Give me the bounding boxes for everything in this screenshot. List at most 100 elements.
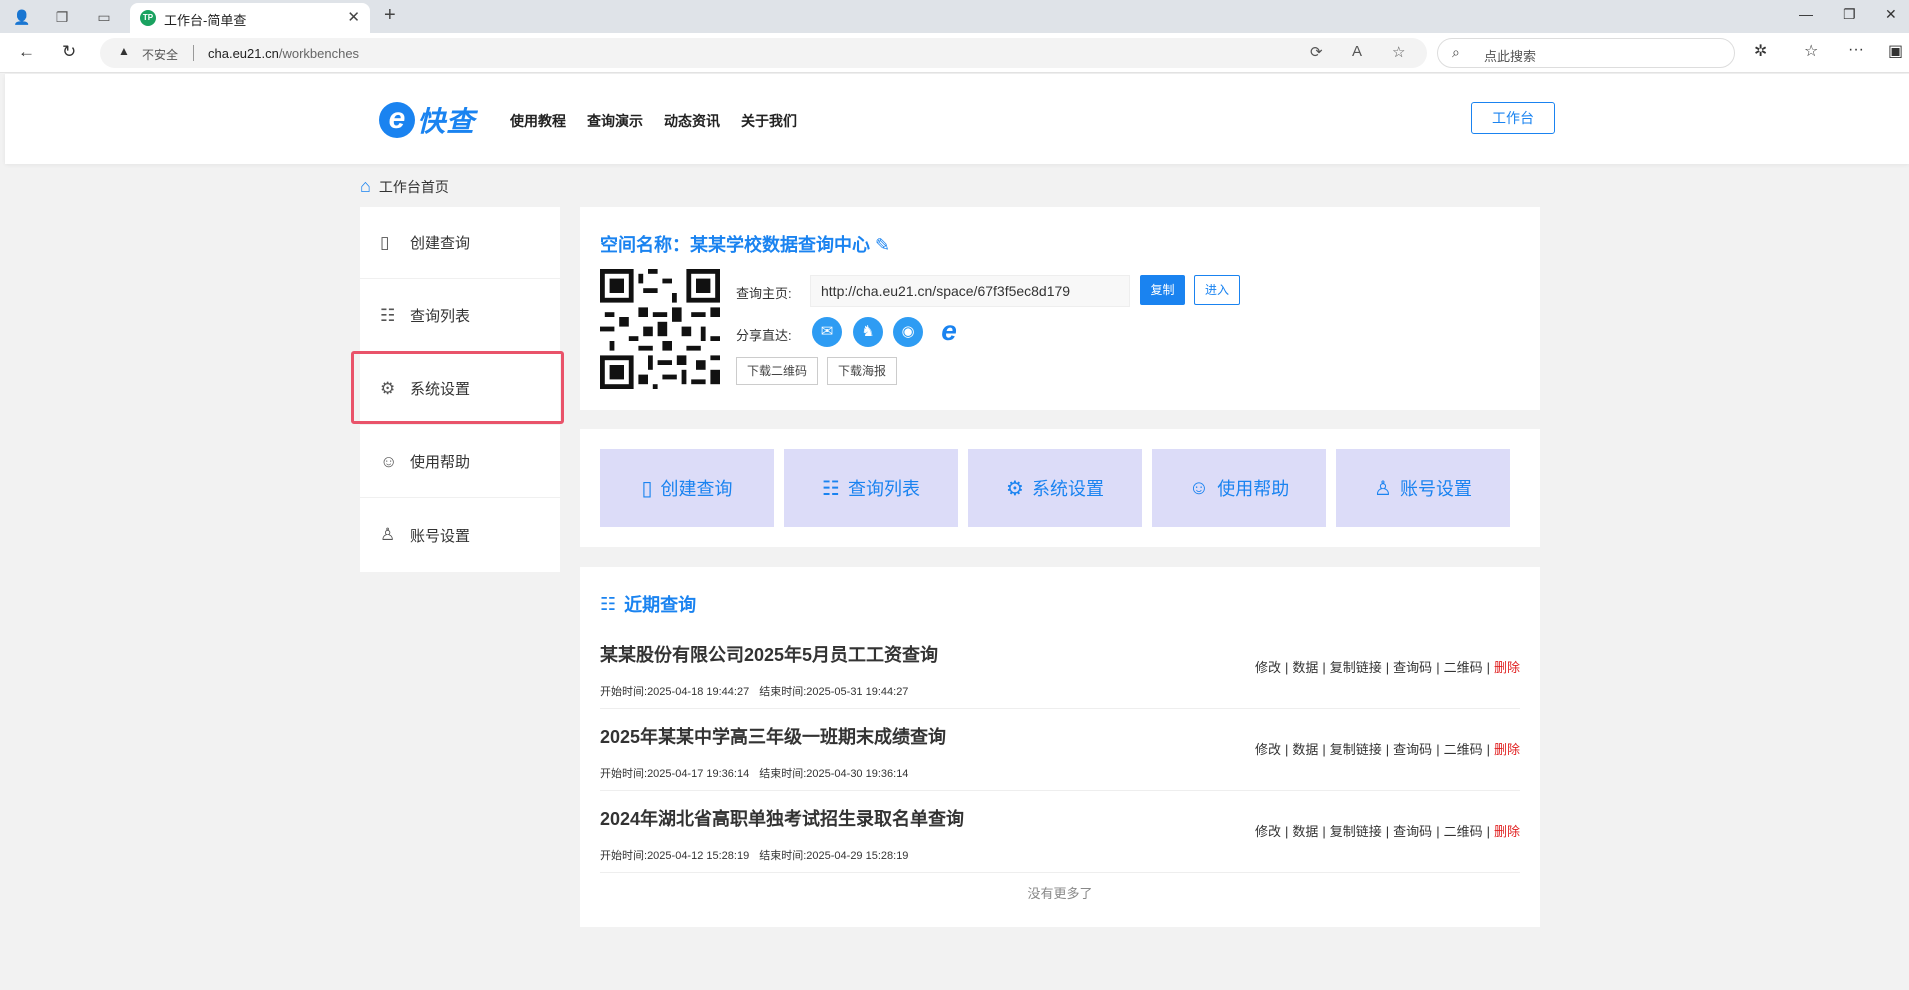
workbench-button[interactable]: 工作台 (1471, 102, 1555, 134)
nav-link-news[interactable]: 动态资讯 (664, 111, 720, 131)
quick-account-settings[interactable]: ♙ 账号设置 (1336, 449, 1510, 527)
query-name[interactable]: 某某股份有限公司2025年5月员工工资查询 (600, 641, 938, 667)
sidebar-item-account-settings[interactable]: ♙ 账号设置 (360, 499, 560, 571)
data-link[interactable]: 数据 (1292, 824, 1318, 839)
home-icon[interactable]: ⌂ (360, 176, 371, 197)
browser-tab-active[interactable]: TP 工作台-简单查 ✕ (130, 3, 370, 33)
refresh-icon[interactable]: ↻ (62, 42, 76, 62)
qr-code-link[interactable]: 二维码 (1444, 660, 1483, 675)
qr-code-link[interactable]: 二维码 (1444, 824, 1483, 839)
sidebar-toggle-icon[interactable]: ▣ (1888, 41, 1903, 61)
qq-icon[interactable]: ♞ (853, 317, 883, 347)
end-time: 2025-04-30 19:36:14 (806, 768, 909, 780)
calendar-icon: ☷ (600, 593, 617, 614)
edit-link[interactable]: 修改 (1255, 660, 1281, 675)
close-tab-icon[interactable]: ✕ (347, 8, 360, 26)
search-placeholder: 点此搜索 (1484, 49, 1537, 64)
gear-icon: ⚙ (1006, 477, 1024, 500)
sidebar-item-label: 创建查询 (410, 235, 471, 252)
highlight-box (351, 351, 564, 424)
tab-actions-icon[interactable]: ▭ (94, 7, 114, 27)
breadcrumb: ⌂ 工作台首页 (360, 176, 449, 197)
copy-link[interactable]: 复制链接 (1330, 824, 1382, 839)
qr-code (600, 269, 720, 389)
nav-link-demo[interactable]: 查询演示 (587, 111, 643, 131)
user-icon: ♙ (1374, 477, 1392, 500)
document-icon: ▯ (641, 477, 653, 500)
query-code-link[interactable]: 查询码 (1393, 742, 1432, 757)
no-more-text: 没有更多了 (1027, 886, 1093, 901)
sidebar-item-label: 账号设置 (410, 527, 471, 545)
url-divider (193, 45, 194, 61)
query-actions: 修改 | 数据 | 复制链接 | 查询码 | 二维码 | 删除 (1254, 824, 1520, 839)
copy-link[interactable]: 复制链接 (1330, 660, 1382, 675)
favorite-star-icon[interactable]: ☆ (1392, 43, 1405, 61)
quick-system-settings[interactable]: ⚙ 系统设置 (968, 449, 1142, 527)
enter-button[interactable]: 进入 (1194, 275, 1240, 305)
copy-button[interactable]: 复制 (1140, 275, 1185, 305)
download-qr-button[interactable]: 下载二维码 (736, 357, 819, 385)
query-time: 开始时间:2025-04-12 15:28:19 结束时间:2025-04-29 … (600, 847, 908, 863)
copy-link[interactable]: 复制链接 (1330, 742, 1382, 757)
url-path: /workbenches (278, 46, 360, 61)
url-field[interactable]: ▲ 不安全 cha.eu21.cn/workbenches ⟳ A ☆ (100, 38, 1427, 68)
query-code-link[interactable]: 查询码 (1393, 824, 1432, 839)
data-link[interactable]: 数据 (1292, 660, 1318, 675)
restore-icon[interactable]: ❐ (1843, 6, 1856, 23)
space-title-text: 空间名称：某某学校数据查询中心 (600, 235, 870, 255)
sidebar-item-create-query[interactable]: ▯ 创建查询 (360, 207, 560, 279)
quick-help[interactable]: ☺ 使用帮助 (1152, 449, 1326, 527)
nav-link-about[interactable]: 关于我们 (741, 111, 797, 131)
url-host: cha.eu21.cn (208, 46, 279, 61)
sidebar-item-label: 查询列表 (410, 308, 471, 325)
favorites-icon[interactable]: ☆ (1804, 41, 1818, 61)
delete-link[interactable]: 删除 (1494, 660, 1520, 675)
recent-title-label: 近期查询 (624, 595, 697, 615)
more-menu-icon[interactable]: ··· (1848, 41, 1864, 59)
space-title: 空间名称：某某学校数据查询中心 ✎ (600, 231, 890, 257)
data-link[interactable]: 数据 (1292, 742, 1318, 757)
smile-icon: ☺ (1188, 476, 1210, 499)
browser-tab-bar: 👤 ❐ ▭ TP 工作台-简单查 ✕ + — ❐ ✕ (0, 0, 1909, 33)
end-time: 2025-05-31 19:44:27 (806, 686, 909, 698)
weibo-icon[interactable]: ◉ (893, 317, 923, 347)
download-poster-button[interactable]: 下载海报 (827, 357, 898, 385)
edit-icon[interactable]: ✎ (875, 235, 890, 255)
query-code-link[interactable]: 查询码 (1393, 660, 1432, 675)
new-tab-icon[interactable]: + (384, 4, 396, 27)
nav-link-tutorial[interactable]: 使用教程 (510, 111, 566, 131)
sidebar-item-query-list[interactable]: ☷ 查询列表 (360, 280, 560, 352)
edit-link[interactable]: 修改 (1255, 742, 1281, 757)
site-logo[interactable]: e 快查 (379, 100, 475, 140)
query-name[interactable]: 2024年湖北省高职单独考试招生录取名单查询 (600, 805, 964, 831)
query-time: 开始时间:2025-04-18 19:44:27 结束时间:2025-05-31 … (600, 683, 908, 699)
edit-link[interactable]: 修改 (1255, 824, 1281, 839)
app-available-icon[interactable]: ⟳ (1310, 43, 1323, 61)
browser-share-icon[interactable]: e (934, 317, 964, 347)
read-aloud-icon[interactable]: A (1352, 43, 1362, 60)
share-label: 分享直达: (736, 328, 792, 343)
start-label: 开始时间: (600, 686, 648, 698)
quick-create-query[interactable]: ▯ 创建查询 (600, 449, 774, 527)
delete-link[interactable]: 删除 (1494, 824, 1520, 839)
query-name[interactable]: 2025年某某中学高三年级一班期末成绩查询 (600, 723, 946, 749)
close-window-icon[interactable]: ✕ (1885, 6, 1897, 23)
end-label: 结束时间: (759, 768, 807, 780)
minimize-icon[interactable]: — (1799, 6, 1813, 22)
back-icon[interactable]: ← (18, 42, 35, 62)
browser-search-box[interactable]: ⌕ 点此搜索 (1437, 38, 1735, 68)
collections-icon[interactable]: ❐ (52, 7, 72, 27)
home-url-field[interactable]: http://cha.eu21.cn/space/67f3f5ec8d179 (810, 275, 1130, 307)
quick-query-list[interactable]: ☷ 查询列表 (784, 449, 958, 527)
profile-icon[interactable]: 👤 (12, 7, 32, 27)
recent-queries-card: ☷ 近期查询 某某股份有限公司2025年5月员工工资查询 开始时间:2025-0… (580, 567, 1540, 927)
qr-code-link[interactable]: 二维码 (1444, 742, 1483, 757)
extensions-icon[interactable]: ✲ (1754, 41, 1767, 61)
insecure-label: 不安全 (142, 48, 179, 62)
delete-link[interactable]: 删除 (1494, 742, 1520, 757)
site-header: e 快查 使用教程 查询演示 动态资讯 关于我们 工作台 (5, 74, 1909, 164)
sidebar-item-help[interactable]: ☺ 使用帮助 (360, 426, 560, 498)
home-url-label: 查询主页: (736, 286, 792, 301)
wechat-icon[interactable]: ✉ (812, 317, 842, 347)
breadcrumb-label[interactable]: 工作台首页 (379, 177, 449, 197)
